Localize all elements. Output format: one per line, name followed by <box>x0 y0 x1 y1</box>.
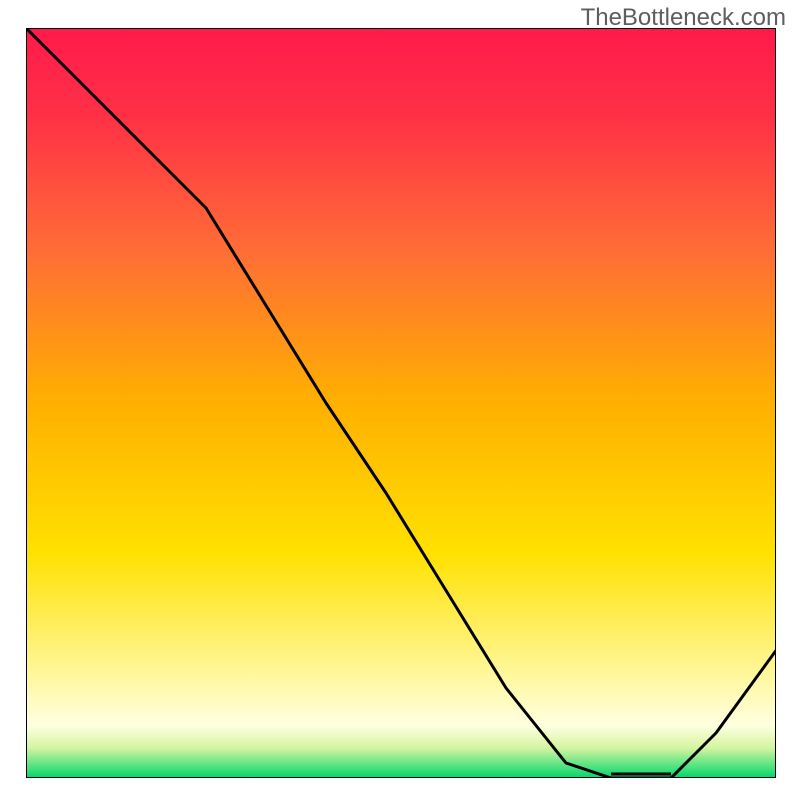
plot-area <box>26 28 776 778</box>
watermark-text: TheBottleneck.com <box>581 4 786 32</box>
chart-svg <box>26 28 776 778</box>
chart-container: TheBottleneck.com <box>0 0 800 800</box>
